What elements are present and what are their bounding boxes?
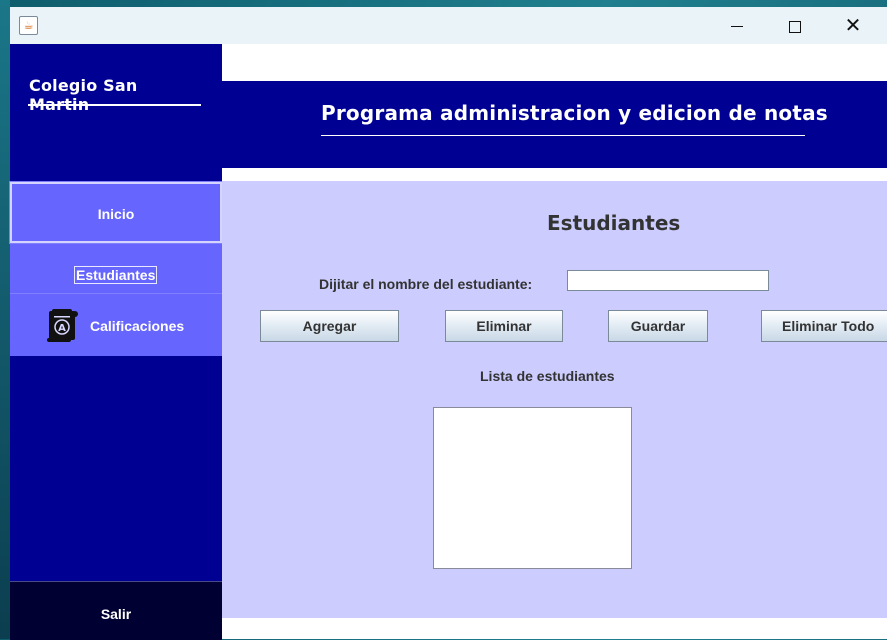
- page-title: Programa administracion y edicion de not…: [321, 101, 828, 125]
- student-name-label: Dijitar el nombre del estudiante:: [319, 276, 533, 292]
- bottom-spacer: [222, 618, 887, 639]
- header-spacer: [222, 168, 887, 181]
- minimize-button[interactable]: [708, 7, 766, 44]
- minimize-icon: [731, 26, 743, 27]
- desktop-background: [0, 0, 10, 639]
- java-app-icon: ☕: [19, 16, 38, 35]
- add-button[interactable]: Agregar: [260, 310, 399, 342]
- exit-button[interactable]: Salir: [10, 581, 222, 640]
- school-name: Colegio San Martin: [29, 76, 138, 114]
- close-icon: ✕: [844, 13, 862, 37]
- sidebar-item-label: Calificaciones: [90, 318, 185, 334]
- title-underline: [321, 135, 805, 136]
- maximize-button[interactable]: [766, 7, 824, 44]
- grade-scroll-icon: A: [47, 309, 78, 342]
- sidebar-item-label: Inicio: [97, 206, 135, 222]
- maximize-icon: [789, 20, 801, 33]
- sidebar-item-inicio[interactable]: Inicio: [9, 181, 223, 244]
- student-name-input[interactable]: [567, 270, 769, 291]
- sidebar-item-calificaciones[interactable]: A Calificaciones: [10, 293, 222, 356]
- brand-underline: [28, 104, 201, 106]
- sidebar-item-estudiantes[interactable]: Estudiantes: [10, 243, 222, 293]
- exit-label: Salir: [100, 606, 132, 622]
- student-list-label: Lista de estudiantes: [480, 368, 615, 384]
- delete-all-button[interactable]: Eliminar Todo: [761, 310, 887, 342]
- section-title: Estudiantes: [547, 211, 681, 235]
- student-list[interactable]: [433, 407, 632, 569]
- delete-button[interactable]: Eliminar: [445, 310, 563, 342]
- save-button[interactable]: Guardar: [608, 310, 708, 342]
- students-panel: Estudiantes Dijitar el nombre del estudi…: [222, 181, 887, 618]
- sidebar: Colegio San Martin Inicio Estudiantes A …: [9, 44, 223, 640]
- top-spacer: [222, 44, 887, 81]
- close-button[interactable]: ✕: [824, 7, 882, 44]
- svg-text:A: A: [58, 323, 66, 334]
- sidebar-item-label: Estudiantes: [74, 266, 158, 284]
- window-titlebar[interactable]: ☕ ✕: [10, 7, 887, 44]
- header-banner: Programa administracion y edicion de not…: [222, 81, 887, 168]
